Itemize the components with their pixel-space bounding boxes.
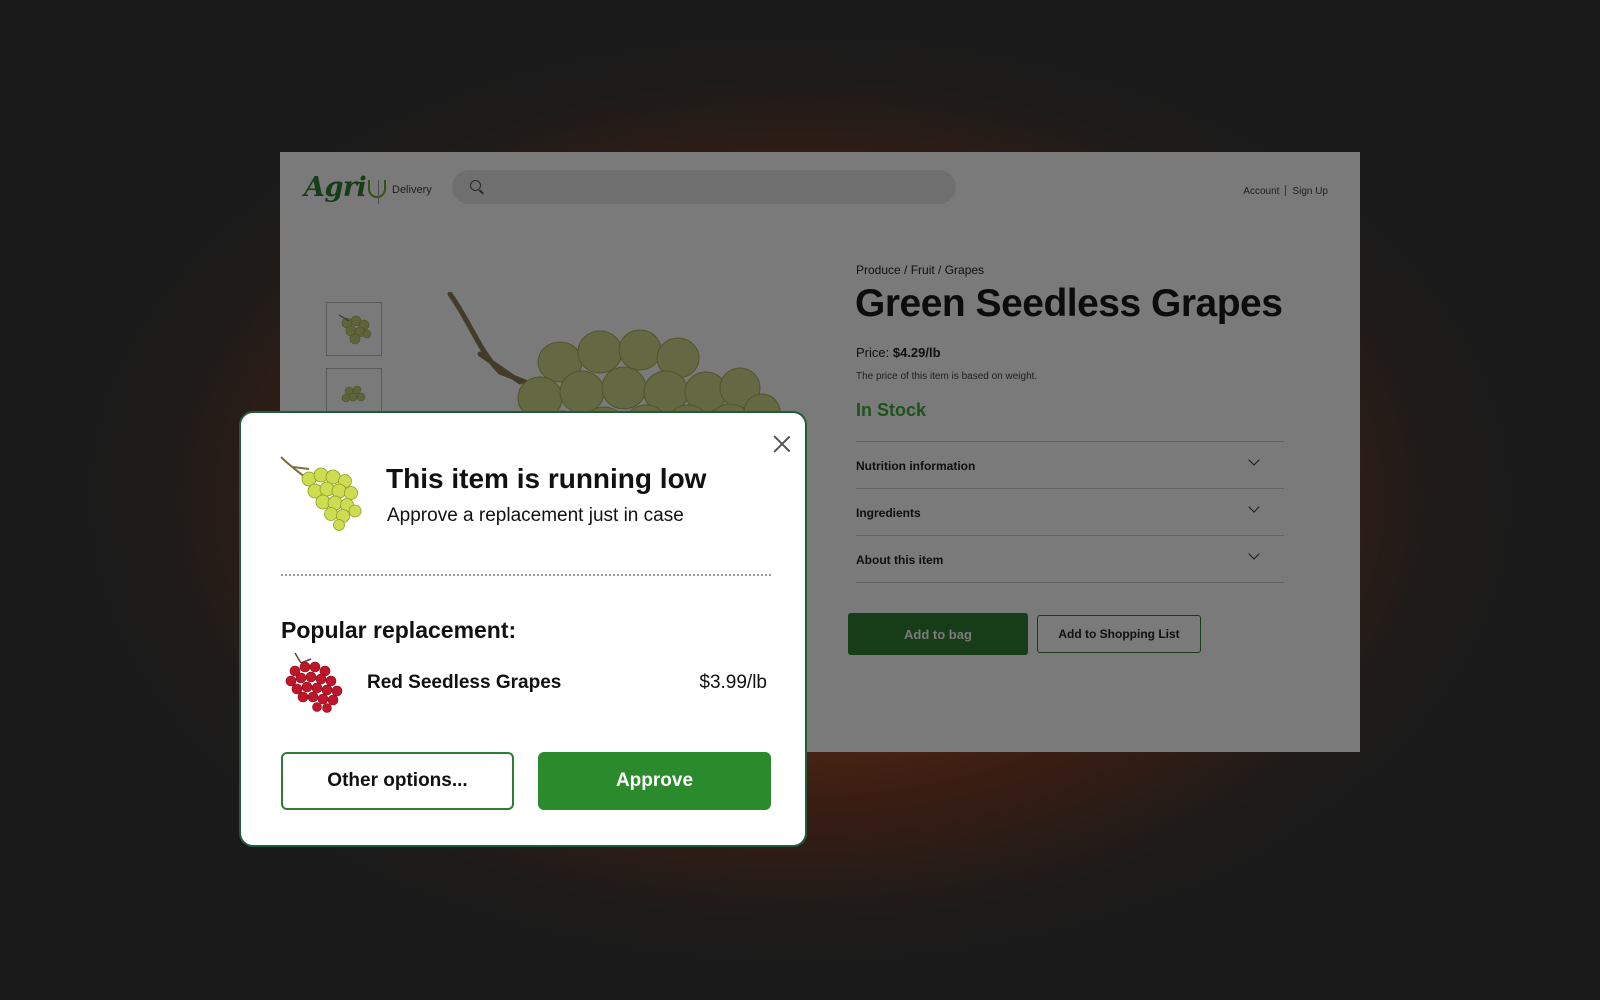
green-grapes-icon	[280, 456, 362, 531]
product-thumbnail-1[interactable]	[326, 302, 382, 356]
add-to-bag-button[interactable]: Add to bag	[848, 613, 1028, 655]
header-links-divider	[1285, 185, 1287, 196]
signup-link[interactable]: Sign Up	[1292, 186, 1328, 197]
price-value: $4.29/lb	[892, 345, 941, 360]
search-input[interactable]	[452, 170, 956, 204]
product-price: Price: $4.29/lb	[856, 345, 941, 360]
popular-replacement-heading: Popular replacement:	[281, 617, 517, 643]
breadcrumb[interactable]: Produce / Fruit / Grapes	[856, 263, 984, 277]
accordion-about[interactable]: About this item	[856, 536, 1284, 583]
other-options-button[interactable]: Other options...	[281, 752, 514, 810]
accordion-label: About this item	[856, 553, 944, 567]
chevron-down-icon	[1248, 454, 1260, 466]
header-divider	[378, 180, 379, 204]
replacement-product-name[interactable]: Red Seedless Grapes	[367, 672, 561, 694]
accordion-nutrition[interactable]: Nutrition information	[856, 442, 1284, 489]
add-to-shopping-list-button[interactable]: Add to Shopping List	[1037, 615, 1201, 653]
search-icon	[470, 180, 481, 191]
price-note: The price of this item is based on weigh…	[856, 371, 1038, 382]
account-link[interactable]: Account	[1243, 186, 1279, 197]
chevron-down-icon	[1248, 548, 1260, 560]
green-grapes-thumb-icon	[338, 314, 372, 345]
modal-subtitle: Approve a replacement just in case	[387, 505, 684, 526]
replacement-modal: This item is running low Approve a repla…	[239, 411, 807, 847]
dotted-divider	[281, 574, 771, 576]
accordion-label: Nutrition information	[856, 459, 976, 473]
chevron-down-icon	[1248, 501, 1260, 513]
stock-status: In Stock	[856, 400, 927, 420]
product-accordion: Nutrition information Ingredients About …	[856, 441, 1284, 583]
delivery-link[interactable]: Delivery	[392, 184, 432, 196]
price-label: Price:	[856, 345, 893, 360]
close-icon[interactable]	[771, 433, 793, 455]
agri-logo[interactable]: Agri	[304, 172, 387, 203]
replacement-product-price: $3.99/lb	[699, 672, 767, 693]
red-grapes-icon	[285, 652, 343, 713]
product-title: Green Seedless Grapes	[855, 282, 1283, 325]
header-links: Account Sign Up	[1243, 185, 1328, 197]
logo-text: Agri	[304, 172, 367, 203]
approve-button[interactable]: Approve	[538, 752, 771, 810]
accordion-ingredients[interactable]: Ingredients	[856, 489, 1284, 536]
modal-title: This item is running low	[386, 463, 707, 494]
accordion-label: Ingredients	[856, 506, 921, 520]
